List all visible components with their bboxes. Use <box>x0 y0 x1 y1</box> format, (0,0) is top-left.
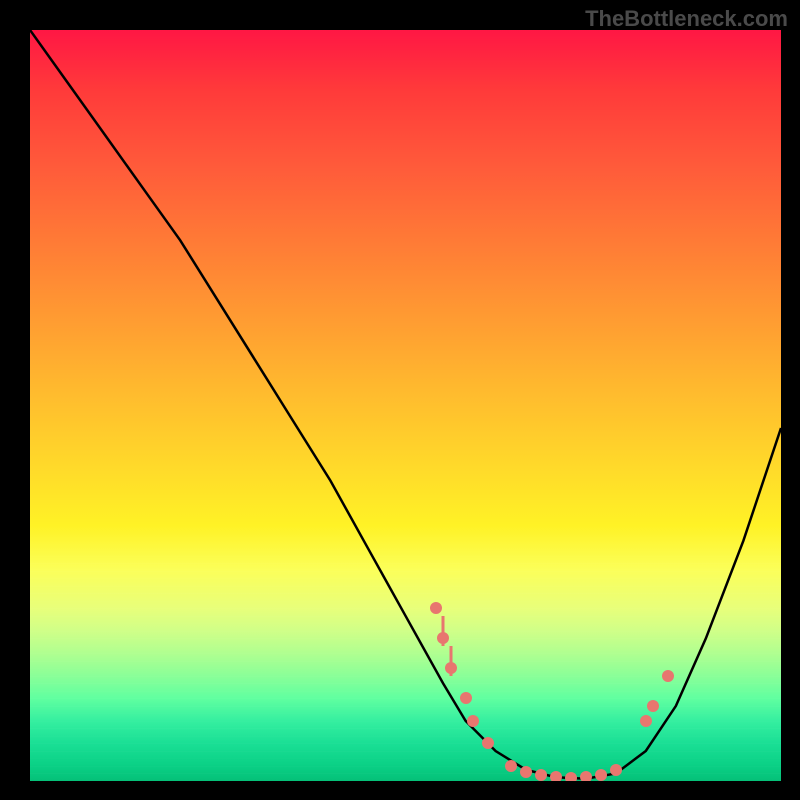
data-point <box>505 760 517 772</box>
data-point <box>535 769 547 781</box>
data-point <box>595 769 607 781</box>
data-tick <box>442 616 445 646</box>
data-point <box>662 670 674 682</box>
data-point <box>580 771 592 781</box>
data-point <box>550 771 562 781</box>
data-point <box>640 715 652 727</box>
bottleneck-curve <box>30 30 781 781</box>
data-point <box>482 737 494 749</box>
data-point <box>520 766 532 778</box>
watermark-text: TheBottleneck.com <box>585 6 788 32</box>
plot-area <box>30 30 781 781</box>
data-point <box>460 692 472 704</box>
data-point <box>467 715 479 727</box>
data-point <box>610 764 622 776</box>
data-tick <box>449 646 452 676</box>
data-point <box>647 700 659 712</box>
data-point <box>565 772 577 781</box>
data-point <box>430 602 442 614</box>
